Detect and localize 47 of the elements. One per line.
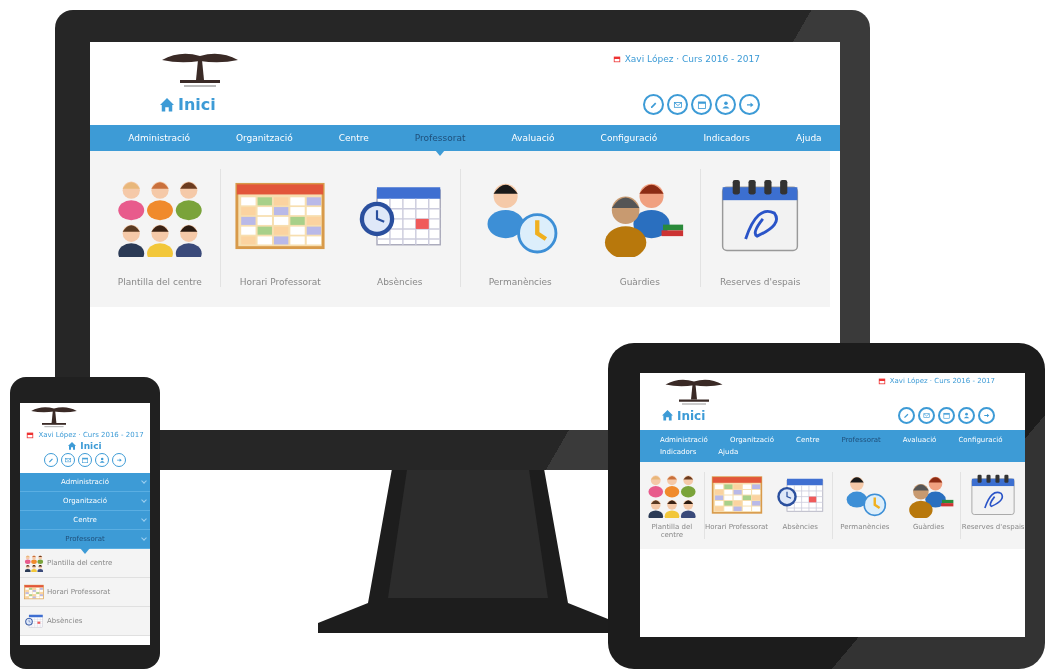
mail-button[interactable] xyxy=(61,453,75,467)
calendar-icon xyxy=(80,455,90,465)
menu-tile[interactable]: Horari Professorat xyxy=(219,169,340,287)
user-button[interactable] xyxy=(958,407,975,424)
home-icon xyxy=(662,410,673,421)
sign-out-button[interactable] xyxy=(112,453,126,467)
calendar-button[interactable] xyxy=(78,453,92,467)
menu-item[interactable]: Administració xyxy=(128,133,190,143)
mail-button[interactable] xyxy=(667,94,688,115)
home-icon xyxy=(68,442,77,450)
user-icon xyxy=(97,455,107,465)
calendar-icon xyxy=(941,410,952,421)
menu-tile[interactable]: Plantilla del centre xyxy=(100,169,220,287)
sign-out-button[interactable] xyxy=(978,407,995,424)
edit-button[interactable] xyxy=(44,453,58,467)
user-course-text: Xavi López · Curs 2016 - 2017 xyxy=(624,54,760,64)
mail-icon xyxy=(63,455,73,465)
user-button[interactable] xyxy=(715,94,736,115)
menu-item[interactable]: Configuració xyxy=(600,133,658,143)
mail-icon xyxy=(921,410,932,421)
menu-item[interactable]: Organització xyxy=(235,133,293,143)
page-title: Inici xyxy=(677,408,706,423)
menu-tile[interactable]: Guàrdies xyxy=(580,169,700,287)
user-button[interactable] xyxy=(95,453,109,467)
calendar-button[interactable] xyxy=(691,94,712,115)
page-title: Inici xyxy=(178,95,216,114)
menu-tile[interactable]: Absències xyxy=(340,169,460,287)
sign-out-button[interactable] xyxy=(739,94,760,115)
edit-button[interactable] xyxy=(898,407,915,424)
staff-group-icon xyxy=(24,554,44,572)
calendar-icon xyxy=(877,377,886,385)
calendar-clock-icon xyxy=(24,612,44,630)
menu-tile[interactable]: Reserves d'espais xyxy=(699,169,820,287)
calendar-icon xyxy=(612,55,621,63)
menu-item[interactable]: Indicadors xyxy=(703,133,751,143)
menu-item[interactable]: Avaluació xyxy=(511,133,555,143)
calendar-icon xyxy=(26,431,35,439)
menu-tile[interactable]: Permanències xyxy=(459,169,580,287)
calendar-button[interactable] xyxy=(938,407,955,424)
page-title: Inici xyxy=(80,441,102,451)
home-icon xyxy=(160,97,174,112)
calendar-icon xyxy=(695,98,708,111)
menu-item[interactable]: Ajuda xyxy=(796,133,822,143)
timetable-icon xyxy=(24,583,44,601)
menu-item[interactable]: Centre xyxy=(338,133,369,143)
mail-button[interactable] xyxy=(918,407,935,424)
edit-button[interactable] xyxy=(643,94,664,115)
